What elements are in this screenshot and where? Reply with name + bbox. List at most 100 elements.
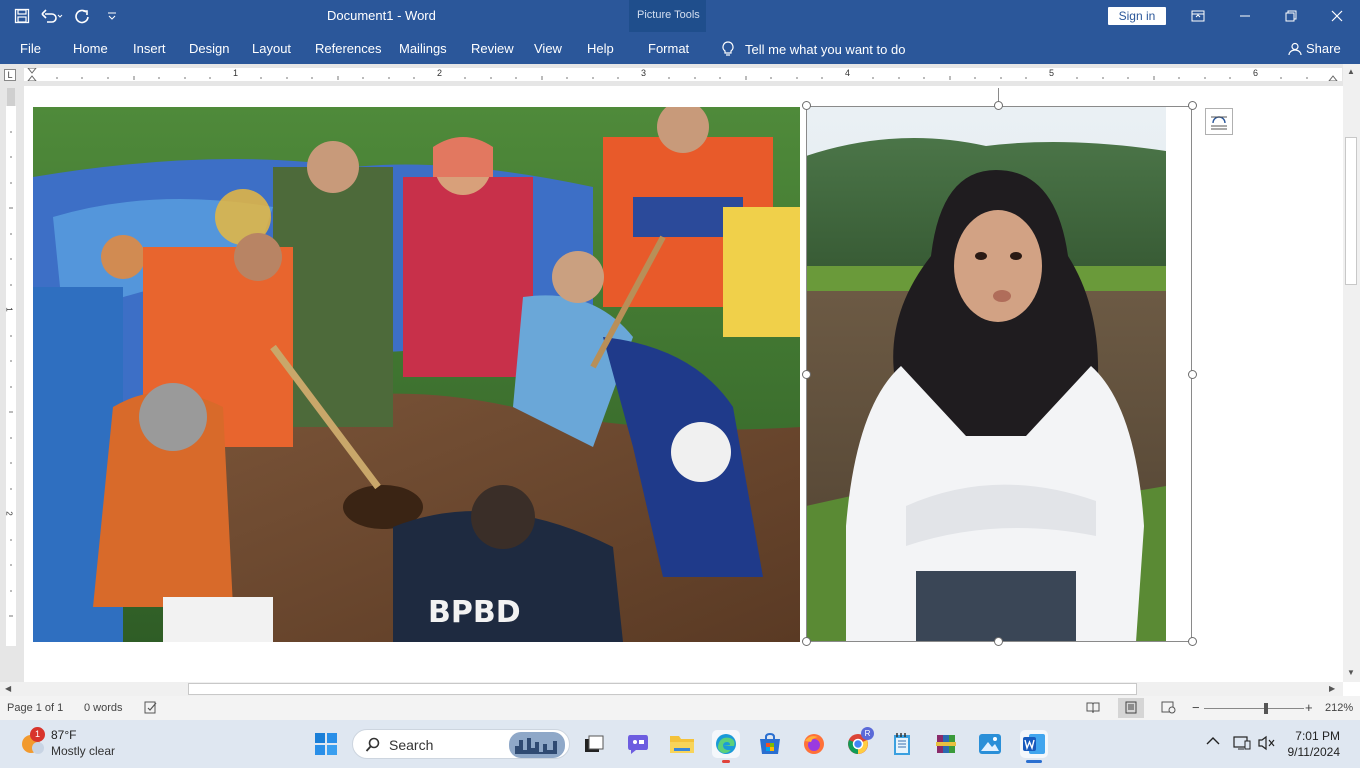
task-view-icon: [585, 735, 604, 752]
tab-home[interactable]: Home: [73, 41, 108, 56]
ruler-number: 6: [1253, 68, 1259, 78]
rotate-handle[interactable]: [994, 101, 1003, 110]
tab-review[interactable]: Review: [471, 41, 514, 56]
minimize-button[interactable]: [1222, 0, 1268, 32]
word-icon: [1023, 734, 1045, 754]
notepad-button[interactable]: [888, 730, 916, 758]
undo-button[interactable]: [40, 4, 64, 28]
share-label: Share: [1306, 41, 1341, 56]
scroll-right-arrow[interactable]: ▶: [1329, 684, 1335, 693]
ribbon-display-options-button[interactable]: [1175, 0, 1221, 32]
tab-design[interactable]: Design: [189, 41, 229, 56]
store-button[interactable]: [756, 730, 784, 758]
winrar-button[interactable]: [932, 730, 960, 758]
edge-icon: [716, 734, 736, 754]
vertical-ruler[interactable]: [6, 106, 16, 646]
person-icon: [1288, 42, 1302, 55]
proofing-icon[interactable]: [144, 701, 158, 717]
active-indicator: [1026, 760, 1042, 763]
ruler-number: 1: [233, 68, 239, 78]
close-icon: [1331, 10, 1343, 22]
firefox-button[interactable]: [800, 730, 828, 758]
resize-handle-left[interactable]: [802, 370, 811, 379]
zoom-in-button[interactable]: +: [1305, 700, 1313, 715]
show-hidden-icons-button[interactable]: [1206, 735, 1220, 749]
portrait-photo[interactable]: [806, 106, 1192, 642]
tab-file[interactable]: File: [20, 41, 41, 56]
task-view-button[interactable]: [580, 730, 608, 758]
minimize-icon: [1240, 15, 1250, 17]
zoom-slider[interactable]: [1204, 708, 1304, 709]
scroll-down-arrow[interactable]: ▼: [1347, 668, 1355, 677]
horizontal-ruler[interactable]: [24, 67, 1342, 82]
monitor-icon: [1233, 736, 1251, 750]
resize-handle-top-right[interactable]: [1188, 101, 1197, 110]
restore-button[interactable]: [1268, 0, 1314, 32]
read-mode-icon[interactable]: [1086, 701, 1100, 717]
tab-view[interactable]: View: [534, 41, 562, 56]
vertical-ruler-margin: [7, 88, 15, 106]
word-button[interactable]: [1020, 730, 1048, 763]
tab-mailings[interactable]: Mailings: [399, 41, 447, 56]
sign-in-button[interactable]: Sign in: [1108, 7, 1166, 25]
web-layout-icon[interactable]: [1161, 701, 1176, 717]
horizontal-scroll-thumb[interactable]: [188, 683, 1137, 695]
tab-insert[interactable]: Insert: [133, 41, 166, 56]
photos-button[interactable]: [976, 730, 1004, 758]
volume-button[interactable]: [1258, 735, 1276, 754]
zoom-slider-thumb[interactable]: [1264, 703, 1268, 714]
resize-handle-right[interactable]: [1188, 370, 1197, 379]
clock-date: 9/11/2024: [1287, 745, 1341, 759]
archive-books-icon: [936, 735, 956, 753]
photos-icon: [979, 734, 1001, 754]
tab-layout[interactable]: Layout: [252, 41, 291, 56]
clock[interactable]: 7:01 PM 9/11/2024: [1282, 729, 1341, 759]
save-button[interactable]: [10, 4, 34, 28]
share-button[interactable]: Share: [1288, 41, 1341, 56]
redo-button[interactable]: [70, 4, 94, 28]
dropdown-icon: [108, 12, 116, 20]
tab-selector[interactable]: L: [4, 69, 16, 81]
tab-format[interactable]: Format: [648, 41, 689, 56]
close-button[interactable]: [1314, 0, 1360, 32]
page-count[interactable]: Page 1 of 1: [7, 702, 63, 714]
tell-me-search[interactable]: Tell me what you want to do: [721, 41, 905, 57]
network-display-button[interactable]: [1233, 735, 1251, 754]
zoom-level[interactable]: 212%: [1325, 702, 1353, 714]
tab-help[interactable]: Help: [587, 41, 614, 56]
edge-button[interactable]: [712, 730, 740, 763]
lightbulb-icon: [722, 41, 734, 56]
notification-badge: 1: [30, 727, 45, 742]
resize-handle-top-left[interactable]: [802, 101, 811, 110]
clock-time: 7:01 PM: [1295, 729, 1340, 743]
print-layout-button[interactable]: [1118, 698, 1144, 718]
repeat-icon: [75, 9, 89, 24]
store-bag-icon: [760, 733, 780, 754]
resize-handle-bottom[interactable]: [994, 637, 1003, 646]
weather-widget[interactable]: 1 87°F Mostly clear: [18, 727, 115, 759]
chat-button[interactable]: [624, 730, 652, 758]
taskbar-search[interactable]: Search: [352, 729, 570, 759]
rescue-scene-photo[interactable]: BPBD: [33, 107, 800, 642]
picture-tools-label: Picture Tools: [637, 9, 700, 21]
ribbon-tabs: File Home Insert Design Layout Reference…: [0, 32, 1360, 64]
ruler-number: 5: [1049, 68, 1055, 78]
scroll-up-arrow[interactable]: ▲: [1347, 67, 1355, 76]
file-explorer-button[interactable]: [668, 730, 696, 758]
scroll-left-arrow[interactable]: ◀: [5, 684, 11, 693]
speaker-muted-icon: [1258, 735, 1275, 751]
word-count[interactable]: 0 words: [84, 702, 123, 714]
resize-handle-bottom-left[interactable]: [802, 637, 811, 646]
chevron-up-icon: [1206, 737, 1220, 745]
ruler-number: 4: [845, 68, 851, 78]
chrome-button[interactable]: R: [844, 727, 874, 758]
start-button[interactable]: [312, 730, 340, 758]
layout-options-icon: [1211, 115, 1227, 129]
customize-qat-button[interactable]: [100, 4, 124, 28]
resize-handle-bottom-right[interactable]: [1188, 637, 1197, 646]
vertical-scroll-thumb[interactable]: [1345, 137, 1357, 285]
print-layout-icon: [1125, 701, 1137, 714]
zoom-out-button[interactable]: −: [1192, 700, 1200, 715]
layout-options-button[interactable]: [1205, 108, 1233, 135]
tab-references[interactable]: References: [315, 41, 381, 56]
